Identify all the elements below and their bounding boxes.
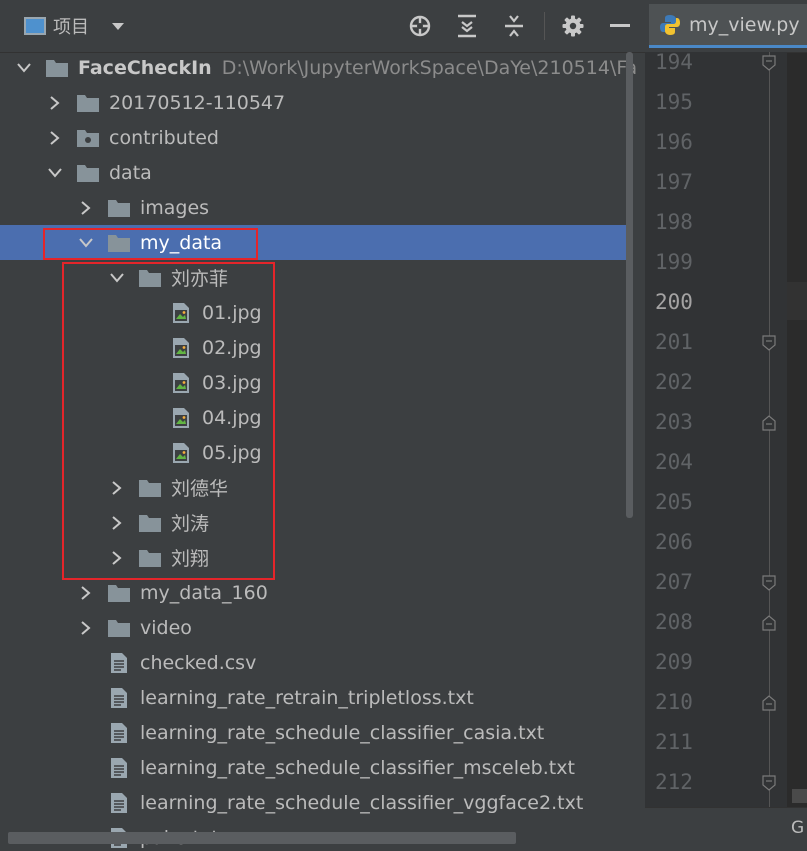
- line-number: 211: [655, 730, 693, 754]
- tree-item-label: learning_rate_schedule_classifier_mscele…: [140, 756, 575, 779]
- line-number: 194: [655, 50, 693, 74]
- tree-item-label: checked.csv: [140, 651, 257, 674]
- horizontal-scrollbar[interactable]: [8, 832, 516, 844]
- line-number: 209: [655, 650, 693, 674]
- text-file-icon: [108, 757, 130, 778]
- tree-file-item[interactable]: learning_rate_schedule_classifier_vggfac…: [0, 785, 630, 820]
- hide-icon[interactable]: [603, 0, 637, 52]
- tree-folder-item[interactable]: 20170512-110547: [0, 85, 630, 120]
- tree-folder-item[interactable]: images: [0, 190, 630, 225]
- chevron-right-icon[interactable]: [78, 200, 94, 216]
- status-bar: [645, 807, 807, 851]
- tree-file-item[interactable]: checked.csv: [0, 645, 630, 680]
- line-number: 201: [655, 330, 693, 354]
- editor-pane: my_view.py G 194 195 196 197 198 199 200 201 202…: [645, 0, 807, 851]
- gear-icon[interactable]: [556, 0, 590, 52]
- tree-item-label: learning_rate_schedule_classifier_casia.…: [140, 721, 545, 744]
- tree-file-item[interactable]: learning_rate_schedule_classifier_mscele…: [0, 750, 630, 785]
- tree-item-label: my_data_160: [140, 581, 268, 604]
- folder-icon: [108, 198, 130, 218]
- line-number: 195: [655, 90, 693, 114]
- highlight-box-my-data: [43, 228, 258, 260]
- tree-item-label: learning_rate_retrain_tripletloss.txt: [140, 686, 474, 709]
- header-divider: [544, 12, 545, 40]
- tree-folder-item[interactable]: contributed: [0, 120, 630, 155]
- tree-item-label: learning_rate_schedule_classifier_vggfac…: [140, 791, 584, 814]
- fold-start-icon[interactable]: [762, 414, 776, 431]
- tree-file-item[interactable]: learning_rate_retrain_tripletloss.txt: [0, 680, 630, 715]
- text-file-icon: [108, 722, 130, 743]
- project-path: D:\Work\JupyterWorkSpace\DaYe\210514\Fa: [221, 56, 638, 79]
- fold-end-icon[interactable]: [762, 54, 776, 71]
- line-number: 197: [655, 170, 693, 194]
- text-file-icon: [108, 687, 130, 708]
- tree-item-label: data: [109, 161, 152, 184]
- tree-item-label: contributed: [109, 126, 219, 149]
- tree-folder-item[interactable]: FaceCheckIn D:\Work\JupyterWorkSpace\DaYe…: [0, 50, 637, 85]
- folder-icon: [77, 163, 99, 183]
- chevron-right-icon[interactable]: [78, 620, 94, 636]
- fold-end-icon[interactable]: [762, 334, 776, 351]
- project-view-label[interactable]: 项目: [53, 0, 89, 52]
- tree-folder-item[interactable]: video: [0, 610, 630, 645]
- project-panel: 项目 FaceCheckIn D:\Work\JupyterWorkSpace\D…: [0, 0, 645, 851]
- fold-start-icon[interactable]: [762, 694, 776, 711]
- locate-icon[interactable]: [403, 0, 437, 52]
- tab-label: my_view.py: [689, 13, 800, 36]
- tree-folder-item[interactable]: data: [0, 155, 630, 190]
- line-number: 208: [655, 610, 693, 634]
- current-line-highlight: [787, 282, 807, 320]
- folder-icon: [46, 58, 68, 78]
- folder-icon: [108, 618, 130, 638]
- chevron-down-icon[interactable]: [108, 0, 128, 52]
- status-text: G: [791, 818, 805, 838]
- expand-all-icon[interactable]: [450, 0, 484, 52]
- fold-end-icon[interactable]: [762, 574, 776, 591]
- chevron-down-icon[interactable]: [16, 60, 32, 76]
- project-panel-header: 项目: [0, 0, 645, 53]
- tree-item-label: 20170512-110547: [109, 91, 286, 114]
- vertical-scrollbar[interactable]: [626, 52, 633, 518]
- line-number: 204: [655, 450, 693, 474]
- line-number: 198: [655, 210, 693, 234]
- tab-my-view-py[interactable]: my_view.py: [649, 4, 807, 48]
- python-file-icon: [659, 14, 681, 36]
- folder-icon: [108, 583, 130, 603]
- fold-end-icon[interactable]: [762, 774, 776, 791]
- chevron-right-icon[interactable]: [47, 95, 63, 111]
- line-number: 203: [655, 410, 693, 434]
- line-number: 199: [655, 250, 693, 274]
- tree-file-item[interactable]: learning_rate_schedule_classifier_casia.…: [0, 715, 630, 750]
- line-number: 205: [655, 490, 693, 514]
- chevron-down-icon[interactable]: [47, 165, 63, 181]
- line-number: 196: [655, 130, 693, 154]
- chevron-right-icon[interactable]: [47, 130, 63, 146]
- line-number: 202: [655, 370, 693, 394]
- tree-item-label: images: [140, 196, 210, 219]
- tree-item-label: video: [140, 616, 192, 639]
- line-number: 212: [655, 770, 693, 794]
- tree-item-label: FaceCheckIn: [78, 56, 212, 79]
- editor-scrollbar-corner[interactable]: [792, 789, 807, 803]
- package-folder-icon: [77, 128, 99, 148]
- chevron-right-icon[interactable]: [78, 585, 94, 601]
- text-file-icon: [108, 792, 130, 813]
- collapse-all-icon[interactable]: [497, 0, 531, 52]
- project-view-icon[interactable]: [22, 0, 48, 52]
- editor-tab-bar: my_view.py: [645, 0, 807, 53]
- folder-icon: [77, 93, 99, 113]
- tree-folder-item[interactable]: my_data_160: [0, 575, 630, 610]
- line-number: 200: [655, 290, 693, 314]
- text-file-icon: [108, 652, 130, 673]
- line-number: 207: [655, 570, 693, 594]
- fold-start-icon[interactable]: [762, 614, 776, 631]
- highlight-box-person-folders: [62, 262, 275, 580]
- line-number: 210: [655, 690, 693, 714]
- line-number: 206: [655, 530, 693, 554]
